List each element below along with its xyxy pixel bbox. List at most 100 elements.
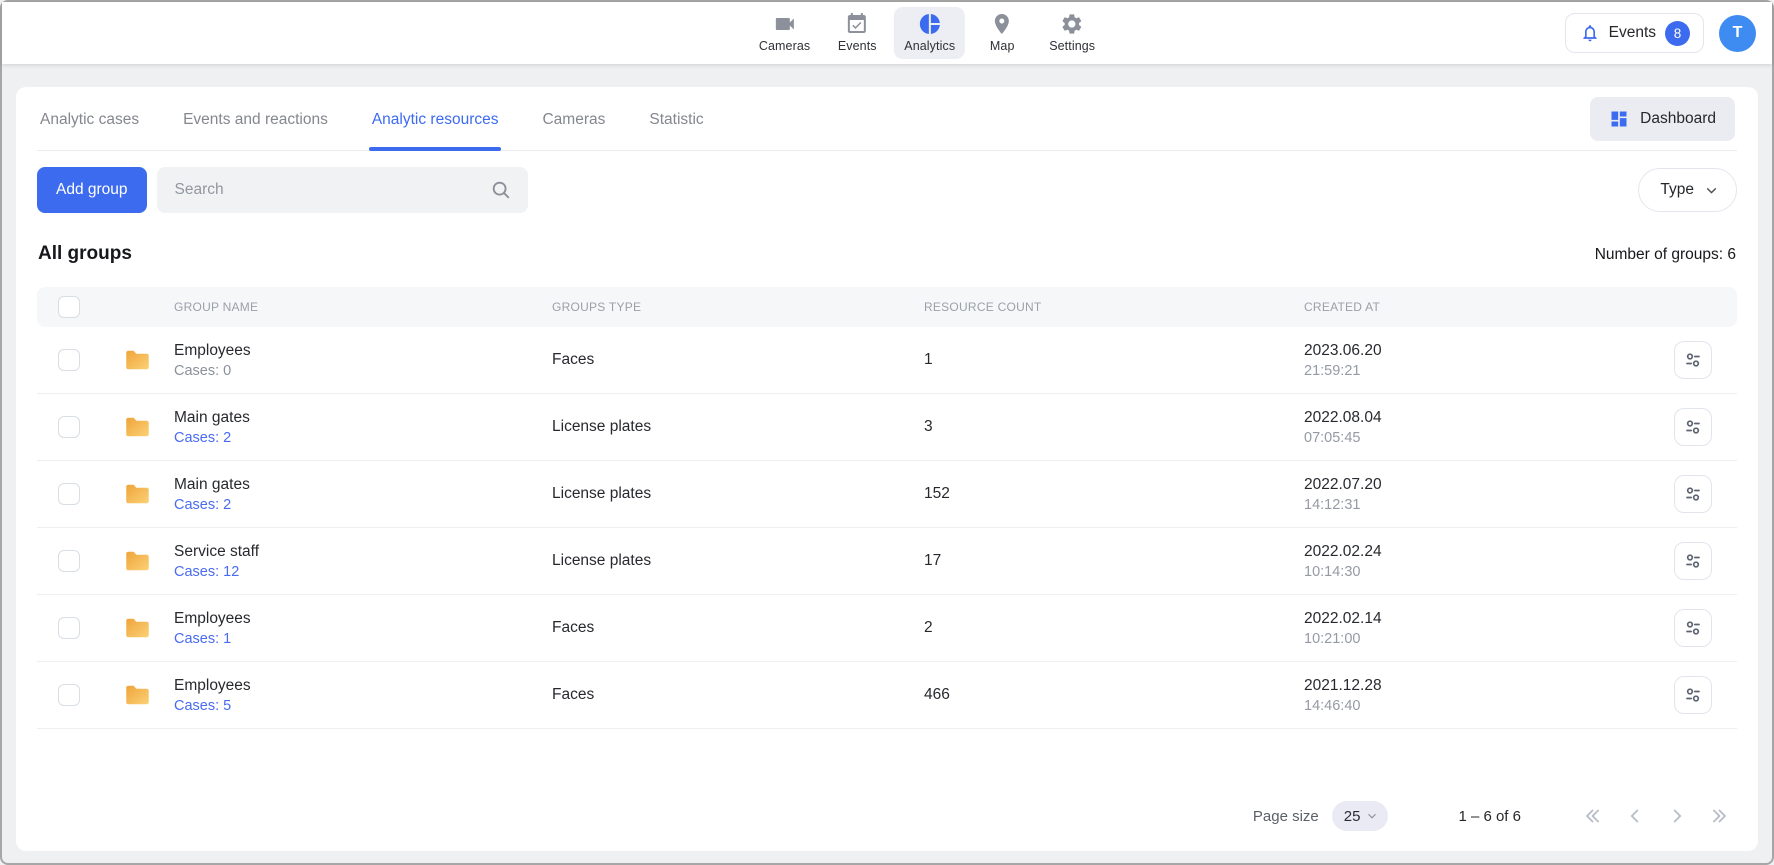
last-page-button[interactable] bbox=[1705, 802, 1733, 830]
row-checkbox[interactable] bbox=[58, 349, 80, 371]
tab-cameras[interactable]: Cameras bbox=[541, 88, 606, 150]
pagination-bar: Page size 25 1 – 6 of 6 bbox=[37, 785, 1737, 851]
group-name: Main gates bbox=[174, 476, 552, 494]
table-body: Employees Cases: 0 Faces 1 2023.06.20 21… bbox=[37, 327, 1737, 729]
group-cases-link[interactable]: Cases: 2 bbox=[174, 430, 552, 446]
row-checkbox[interactable] bbox=[58, 416, 80, 438]
page-size-select[interactable]: 25 bbox=[1332, 801, 1389, 831]
row-checkbox[interactable] bbox=[58, 684, 80, 706]
search-input[interactable] bbox=[157, 167, 528, 213]
tab-analytic-resources[interactable]: Analytic resources bbox=[371, 88, 500, 150]
chevron-left-icon bbox=[1624, 805, 1646, 827]
previous-page-button[interactable] bbox=[1621, 802, 1649, 830]
chevron-down-icon bbox=[1703, 182, 1720, 199]
created-date: 2022.02.24 bbox=[1304, 543, 1649, 561]
tab-analytic-cases[interactable]: Analytic cases bbox=[39, 88, 140, 150]
main-nav: Cameras Events Analytics Map Settings bbox=[749, 2, 1105, 64]
type-filter-button[interactable]: Type bbox=[1638, 168, 1737, 212]
nav-item-analytics[interactable]: Analytics bbox=[894, 7, 965, 59]
row-checkbox[interactable] bbox=[58, 617, 80, 639]
row-settings-button[interactable] bbox=[1674, 609, 1712, 647]
group-name: Employees bbox=[174, 342, 552, 360]
resource-count: 152 bbox=[924, 485, 1304, 503]
next-page-button[interactable] bbox=[1663, 802, 1691, 830]
user-avatar[interactable]: T bbox=[1719, 15, 1756, 52]
sliders-icon bbox=[1683, 551, 1703, 571]
group-type: License plates bbox=[552, 485, 924, 503]
sliders-icon bbox=[1683, 484, 1703, 504]
created-time: 10:21:00 bbox=[1304, 631, 1649, 647]
created-time: 14:12:31 bbox=[1304, 497, 1649, 513]
group-cases-link[interactable]: Cases: 12 bbox=[174, 564, 552, 580]
events-notifications-button[interactable]: Events 8 bbox=[1565, 13, 1704, 53]
nav-label: Cameras bbox=[759, 39, 810, 53]
resource-count: 3 bbox=[924, 418, 1304, 436]
created-date: 2022.02.14 bbox=[1304, 610, 1649, 628]
row-settings-button[interactable] bbox=[1674, 475, 1712, 513]
group-type: License plates bbox=[552, 552, 924, 570]
chevron-down-icon bbox=[1365, 809, 1379, 823]
created-date: 2021.12.28 bbox=[1304, 677, 1649, 695]
add-group-button[interactable]: Add group bbox=[37, 167, 147, 213]
folder-icon bbox=[120, 345, 155, 375]
first-page-button[interactable] bbox=[1579, 802, 1607, 830]
column-header-resource-count: RESOURCE COUNT bbox=[924, 300, 1304, 314]
pie-chart-icon bbox=[918, 12, 942, 36]
groups-table: GROUP NAME GROUPS TYPE RESOURCE COUNT CR… bbox=[37, 287, 1737, 729]
nav-label: Events bbox=[838, 39, 877, 53]
created-date: 2022.07.20 bbox=[1304, 476, 1649, 494]
section-head: All groups Number of groups: 6 bbox=[37, 243, 1737, 265]
table-row: Service staff Cases: 12 License plates 1… bbox=[37, 528, 1737, 595]
group-type: License plates bbox=[552, 418, 924, 436]
tab-statistic[interactable]: Statistic bbox=[648, 88, 704, 150]
created-time: 10:14:30 bbox=[1304, 564, 1649, 580]
group-count-label: Number of groups: 6 bbox=[1595, 246, 1736, 264]
table-row: Employees Cases: 0 Faces 1 2023.06.20 21… bbox=[37, 327, 1737, 394]
events-count-badge: 8 bbox=[1665, 21, 1690, 46]
calendar-check-icon bbox=[845, 12, 869, 36]
table-row: Main gates Cases: 2 License plates 3 202… bbox=[37, 394, 1737, 461]
row-checkbox[interactable] bbox=[58, 550, 80, 572]
group-cases-link[interactable]: Cases: 1 bbox=[174, 631, 552, 647]
dashboard-button[interactable]: Dashboard bbox=[1590, 97, 1735, 141]
row-settings-button[interactable] bbox=[1674, 676, 1712, 714]
row-settings-button[interactable] bbox=[1674, 341, 1712, 379]
map-pin-icon bbox=[990, 12, 1014, 36]
table-row: Employees Cases: 1 Faces 2 2022.02.14 10… bbox=[37, 595, 1737, 662]
folder-icon bbox=[120, 680, 155, 710]
group-name: Main gates bbox=[174, 409, 552, 427]
group-cases-link[interactable]: Cases: 5 bbox=[174, 698, 552, 714]
toolbar: Add group Type bbox=[37, 167, 1737, 213]
page-size-label: Page size bbox=[1253, 808, 1319, 825]
sliders-icon bbox=[1683, 350, 1703, 370]
row-checkbox[interactable] bbox=[58, 483, 80, 505]
column-header-groups-type: GROUPS TYPE bbox=[552, 300, 924, 314]
type-filter-label: Type bbox=[1660, 181, 1694, 199]
nav-item-events[interactable]: Events bbox=[826, 7, 888, 59]
double-chevron-left-icon bbox=[1582, 805, 1604, 827]
nav-item-map[interactable]: Map bbox=[971, 7, 1033, 59]
table-header-row: GROUP NAME GROUPS TYPE RESOURCE COUNT CR… bbox=[37, 287, 1737, 327]
tab-events-and-reactions[interactable]: Events and reactions bbox=[182, 88, 329, 150]
topbar-right: Events 8 T bbox=[1565, 2, 1756, 64]
row-settings-button[interactable] bbox=[1674, 542, 1712, 580]
group-cases-link[interactable]: Cases: 2 bbox=[174, 497, 552, 513]
column-header-created-at: CREATED AT bbox=[1304, 300, 1649, 314]
group-name: Employees bbox=[174, 677, 552, 695]
search-icon bbox=[490, 179, 512, 201]
folder-icon bbox=[120, 479, 155, 509]
gear-icon bbox=[1060, 12, 1084, 36]
created-date: 2022.08.04 bbox=[1304, 409, 1649, 427]
group-cases-link[interactable]: Cases: 0 bbox=[174, 363, 552, 379]
resource-count: 2 bbox=[924, 619, 1304, 637]
nav-item-settings[interactable]: Settings bbox=[1039, 7, 1105, 59]
dashboard-grid-icon bbox=[1609, 109, 1629, 129]
row-settings-button[interactable] bbox=[1674, 408, 1712, 446]
resource-count: 1 bbox=[924, 351, 1304, 369]
created-time: 14:46:40 bbox=[1304, 698, 1649, 714]
sliders-icon bbox=[1683, 618, 1703, 638]
select-all-checkbox[interactable] bbox=[58, 296, 80, 318]
created-time: 07:05:45 bbox=[1304, 430, 1649, 446]
nav-item-cameras[interactable]: Cameras bbox=[749, 7, 820, 59]
camera-icon bbox=[773, 12, 797, 36]
